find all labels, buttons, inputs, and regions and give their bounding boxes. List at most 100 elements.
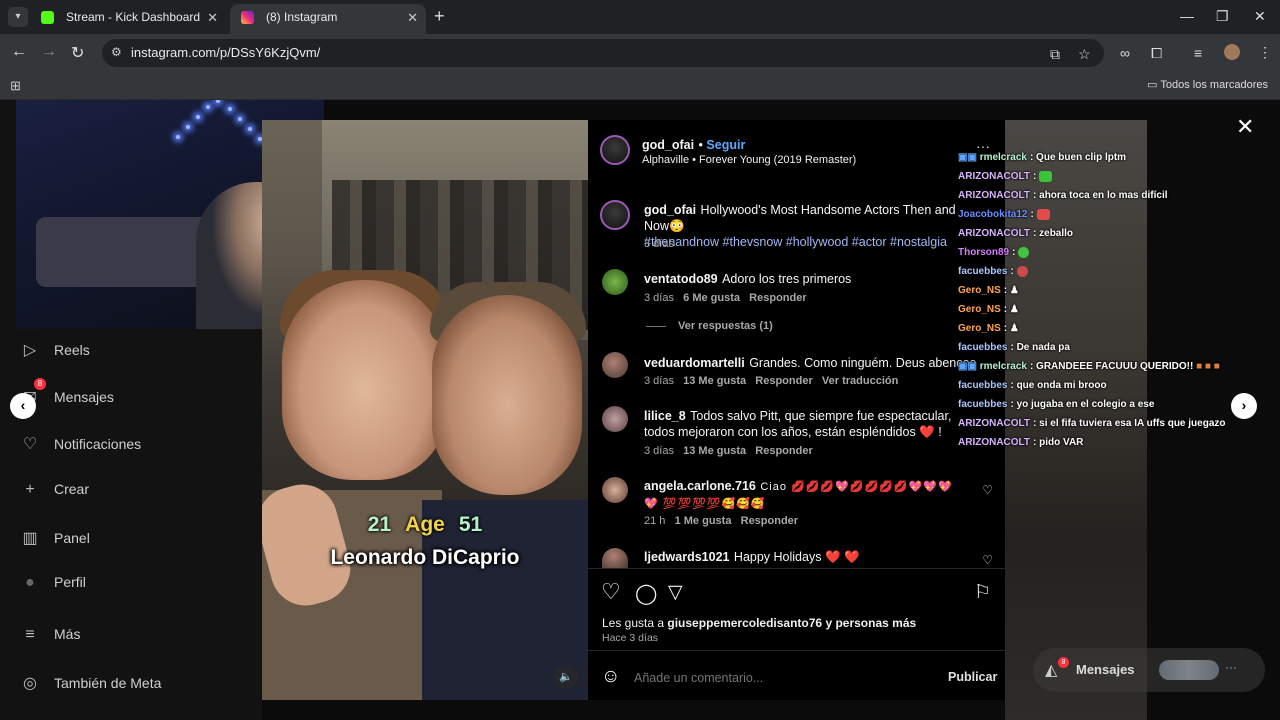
reply-button[interactable]: Responder bbox=[755, 445, 812, 457]
meta-icon: ◎ bbox=[23, 675, 37, 692]
previous-post-chevron-icon[interactable]: ‹ bbox=[10, 393, 36, 419]
tab-kick-dashboard[interactable]: Stream - Kick Dashboard ✕ bbox=[30, 4, 226, 34]
extension-glasses-icon[interactable]: ∞ bbox=[1120, 45, 1130, 61]
window-close-icon[interactable]: ✕ bbox=[1254, 8, 1266, 25]
like-heart-icon[interactable]: ♡ bbox=[601, 579, 621, 605]
like-comment-heart-icon[interactable]: ♡ bbox=[982, 553, 993, 567]
tab-title: (8) Instagram bbox=[266, 10, 338, 24]
apps-grid-icon[interactable]: ⊞ bbox=[10, 78, 21, 94]
reply-button[interactable]: Responder bbox=[755, 375, 812, 387]
chat-text: : Que buen clip lptm bbox=[1029, 152, 1127, 163]
profile-avatar-icon[interactable] bbox=[1224, 44, 1240, 60]
comment-avatar[interactable] bbox=[602, 352, 628, 378]
next-post-chevron-icon[interactable]: › bbox=[1231, 393, 1257, 419]
sidebar-item-more[interactable]: ≡ Más bbox=[20, 626, 80, 644]
comment-input[interactable] bbox=[634, 668, 924, 688]
messages-pill-label: Mensajes bbox=[1076, 662, 1135, 677]
comment-username[interactable]: veduardomartelli bbox=[644, 356, 745, 370]
close-tab-icon[interactable]: ✕ bbox=[407, 4, 418, 31]
address-bar[interactable]: ⚙ instagram.com/p/DSsY6KzjQvm/ ⧉ ☆ bbox=[102, 39, 1104, 67]
share-send-icon[interactable]: ▽ bbox=[668, 581, 683, 604]
sidebar-item-reels[interactable]: ▷ Reels bbox=[20, 340, 90, 360]
song-info[interactable]: Alphaville • Forever Young (2019 Remaste… bbox=[642, 154, 856, 166]
close-post-icon[interactable]: ✕ bbox=[1236, 114, 1254, 140]
emoji-icon[interactable]: ☺ bbox=[601, 666, 620, 688]
comment-username[interactable]: ljedwards1021 bbox=[644, 550, 729, 564]
all-bookmarks-folder[interactable]: ▭ Todos los marcadores bbox=[1147, 78, 1268, 91]
bookmark-star-icon[interactable]: ☆ bbox=[1078, 46, 1091, 63]
comment-avatar[interactable] bbox=[602, 548, 628, 568]
chat-message: ARIZONACOLT: pido VAR bbox=[958, 437, 1083, 448]
instagram-page: ▷Reels ✉Mensajes 8 ♡Notificaciones +Crea… bbox=[0, 100, 1280, 720]
translate-button[interactable]: Ver traducción bbox=[822, 375, 898, 387]
age-caption: 21 Age 51 bbox=[262, 513, 588, 537]
age-old: 51 bbox=[458, 513, 483, 536]
author-avatar[interactable] bbox=[600, 135, 630, 165]
sidebar-item-also-from-meta[interactable]: ◎ También de Meta bbox=[20, 673, 161, 693]
save-bookmark-icon[interactable]: ⚐ bbox=[974, 581, 991, 604]
minimize-icon[interactable]: — bbox=[1180, 8, 1194, 24]
new-tab-button[interactable]: + bbox=[434, 6, 445, 27]
comment-username[interactable]: angela.carlone.716 bbox=[644, 479, 756, 493]
comment-likes[interactable]: 1 Me gusta bbox=[675, 515, 732, 527]
caption-hashtags[interactable]: #thenandnow #thevsnow #hollywood #actor … bbox=[644, 235, 947, 249]
menu-icon: ≡ bbox=[25, 626, 35, 643]
emote-icon bbox=[1036, 209, 1050, 220]
extensions-puzzle-icon[interactable]: ⧠ bbox=[1151, 45, 1162, 62]
follow-button[interactable]: Seguir bbox=[706, 138, 745, 152]
reply-button[interactable]: Responder bbox=[741, 515, 798, 527]
likes-suffix[interactable]: y personas más bbox=[825, 616, 916, 630]
view-replies[interactable]: Ver respuestas (1) bbox=[646, 320, 773, 332]
chat-message: facuebbes: yo jugaba en el colegio a ese bbox=[958, 399, 1154, 410]
sidebar-item-label: Crear bbox=[54, 481, 90, 497]
site-info-icon[interactable]: ⚙ bbox=[111, 45, 122, 59]
sidebar-item-notifications[interactable]: ♡ Notificaciones bbox=[20, 434, 141, 454]
caption-avatar[interactable] bbox=[600, 200, 630, 230]
comment-avatar[interactable] bbox=[602, 406, 628, 432]
sidebar-item-create[interactable]: + Crear bbox=[20, 481, 89, 499]
likes-user[interactable]: giuseppemercoledisanto76 bbox=[667, 616, 822, 630]
comment-likes[interactable]: 13 Me gusta bbox=[683, 445, 746, 457]
caption-username[interactable]: god_ofai bbox=[644, 203, 696, 217]
sidebar-item-dashboard[interactable]: ▥ Panel bbox=[20, 528, 90, 548]
chat-message: ARIZONACOLT: ahora toca en lo mas difíci… bbox=[958, 190, 1168, 201]
messages-floating-button[interactable]: ◭ 8 Mensajes ··· bbox=[1033, 648, 1265, 692]
forward-arrow-icon[interactable]: → bbox=[41, 43, 57, 61]
chat-text: : bbox=[1030, 209, 1034, 221]
chrome-menu-icon[interactable]: ⋮ bbox=[1258, 44, 1272, 61]
chat-message: ARIZONACOLT: zeballo bbox=[958, 228, 1073, 239]
comment-username[interactable]: lilice_8 bbox=[644, 409, 686, 423]
chat-text: : GRANDEEE FACUUU QUERIDO!! bbox=[1029, 361, 1194, 372]
comment-time: 3 días bbox=[644, 375, 674, 387]
comment-avatar[interactable] bbox=[602, 477, 628, 503]
close-tab-icon[interactable]: ✕ bbox=[207, 4, 218, 31]
replies-line bbox=[646, 325, 666, 327]
reply-button[interactable]: Responder bbox=[749, 292, 806, 304]
comment-avatar[interactable] bbox=[602, 269, 628, 295]
chat-username: ARIZONACOLT bbox=[958, 418, 1031, 429]
like-comment-heart-icon[interactable]: ♡ bbox=[982, 483, 993, 497]
install-app-icon[interactable]: ⧉ bbox=[1050, 46, 1060, 63]
tab-search-button[interactable]: ▾ bbox=[8, 7, 28, 27]
tab-instagram[interactable]: (8) Instagram ✕ bbox=[230, 4, 426, 34]
sidebar-item-label: Panel bbox=[54, 530, 90, 546]
comment-row: veduardomartelli Grandes. Como ninguém. … bbox=[644, 354, 976, 372]
restore-icon[interactable]: ❐ bbox=[1216, 8, 1229, 25]
reload-icon[interactable]: ↻ bbox=[71, 43, 84, 63]
author-username[interactable]: god_ofai bbox=[642, 138, 694, 152]
led-light bbox=[206, 105, 210, 109]
comment-likes[interactable]: 6 Me gusta bbox=[683, 292, 740, 304]
sidebar-item-label: Perfil bbox=[54, 574, 86, 590]
chat-text: : que onda mi brooo bbox=[1010, 380, 1107, 391]
comment-bubble-icon[interactable]: ◯ bbox=[635, 581, 657, 606]
back-arrow-icon[interactable]: ← bbox=[11, 43, 27, 61]
comment-likes[interactable]: 13 Me gusta bbox=[683, 375, 746, 387]
sidebar-item-profile[interactable]: ● Perfil bbox=[20, 574, 86, 592]
media-control-icon[interactable]: ≡ bbox=[1194, 45, 1202, 61]
comment-username[interactable]: ventatodo89 bbox=[644, 272, 718, 286]
post-image[interactable]: 21 Age 51 Leonardo DiCaprio 🔈 bbox=[262, 120, 588, 700]
comment-meta: 21 h 1 Me gusta Responder bbox=[644, 515, 798, 527]
chat-username: facuebbes bbox=[958, 380, 1008, 391]
publish-button[interactable]: Publicar bbox=[948, 670, 997, 684]
audio-muted-icon[interactable]: 🔈 bbox=[554, 665, 578, 689]
